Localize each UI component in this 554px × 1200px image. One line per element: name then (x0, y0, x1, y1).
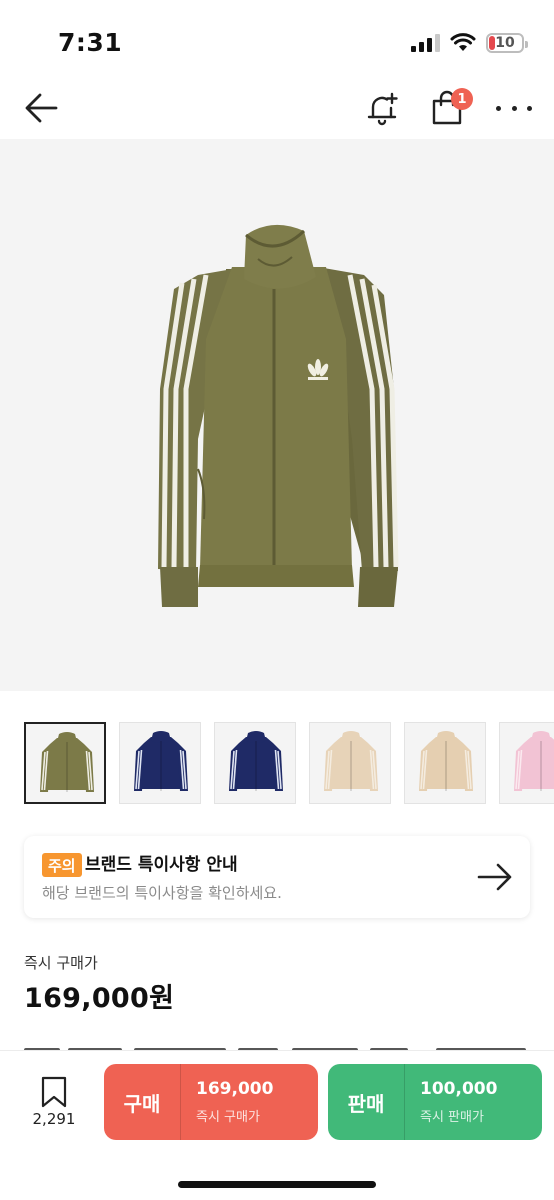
sell-divider (404, 1064, 405, 1140)
bell-plus-icon[interactable] (362, 88, 402, 128)
jacket-thumbnail-image (229, 731, 283, 791)
cart-count-badge: 1 (451, 88, 473, 110)
caution-badge: 주의 (42, 853, 82, 877)
product-thumbnail[interactable] (404, 722, 486, 804)
home-indicator (178, 1181, 376, 1188)
sell-label: 판매 (347, 1091, 385, 1116)
product-thumbnail[interactable] (119, 722, 201, 804)
product-thumbnail[interactable] (214, 722, 296, 804)
product-thumbnail[interactable] (24, 722, 106, 804)
jacket-thumbnail-image (134, 731, 188, 791)
brand-notice-card[interactable]: 주의 브랜드 특이사항 안내 해당 브랜드의 특이사항을 확인하세요. (24, 836, 530, 918)
instant-buy-price-label: 즉시 구매가 (24, 954, 98, 972)
product-thumbnail[interactable] (309, 722, 391, 804)
buy-label: 구매 (123, 1091, 161, 1116)
top-nav-bar (0, 80, 554, 136)
jacket-thumbnail-image (324, 731, 378, 791)
wifi-icon (450, 33, 476, 51)
instant-buy-price: 169,000원 (24, 983, 175, 1014)
jacket-thumbnail-image (514, 731, 554, 791)
thumbnail-strip (24, 722, 554, 806)
status-bar: 7:31 10 (0, 0, 554, 80)
bookmark-icon (41, 1076, 67, 1108)
battery-level: 10 (495, 35, 515, 51)
buy-price: 169,000 (196, 1079, 274, 1099)
buy-divider (180, 1064, 181, 1140)
status-indicators: 10 (411, 31, 528, 55)
jacket-thumbnail-image (419, 731, 473, 791)
sell-sublabel: 즉시 판매가 (420, 1110, 484, 1125)
bookmark-count: 2,291 (32, 1110, 76, 1128)
arrow-left-icon[interactable] (22, 90, 62, 126)
notice-title: 브랜드 특이사항 안내 (85, 855, 238, 875)
more-dots-icon[interactable] (496, 94, 532, 122)
jacket-illustration (158, 224, 399, 607)
battery-icon: 10 (486, 33, 528, 53)
sell-price: 100,000 (420, 1079, 498, 1099)
sell-button[interactable]: 판매 100,000 즉시 판매가 (328, 1064, 542, 1140)
cellular-signal-icon (411, 34, 440, 52)
jacket-thumbnail-image (40, 732, 94, 792)
arrow-right-icon[interactable] (476, 861, 514, 893)
bookmark-button[interactable]: 2,291 (28, 1074, 80, 1134)
product-image[interactable] (0, 139, 554, 691)
status-time: 7:31 (58, 28, 123, 57)
buy-button[interactable]: 구매 169,000 즉시 구매가 (104, 1064, 318, 1140)
notice-description: 해당 브랜드의 특이사항을 확인하세요. (42, 884, 282, 902)
buy-sublabel: 즉시 구매가 (196, 1110, 260, 1125)
product-thumbnail[interactable] (499, 722, 554, 804)
